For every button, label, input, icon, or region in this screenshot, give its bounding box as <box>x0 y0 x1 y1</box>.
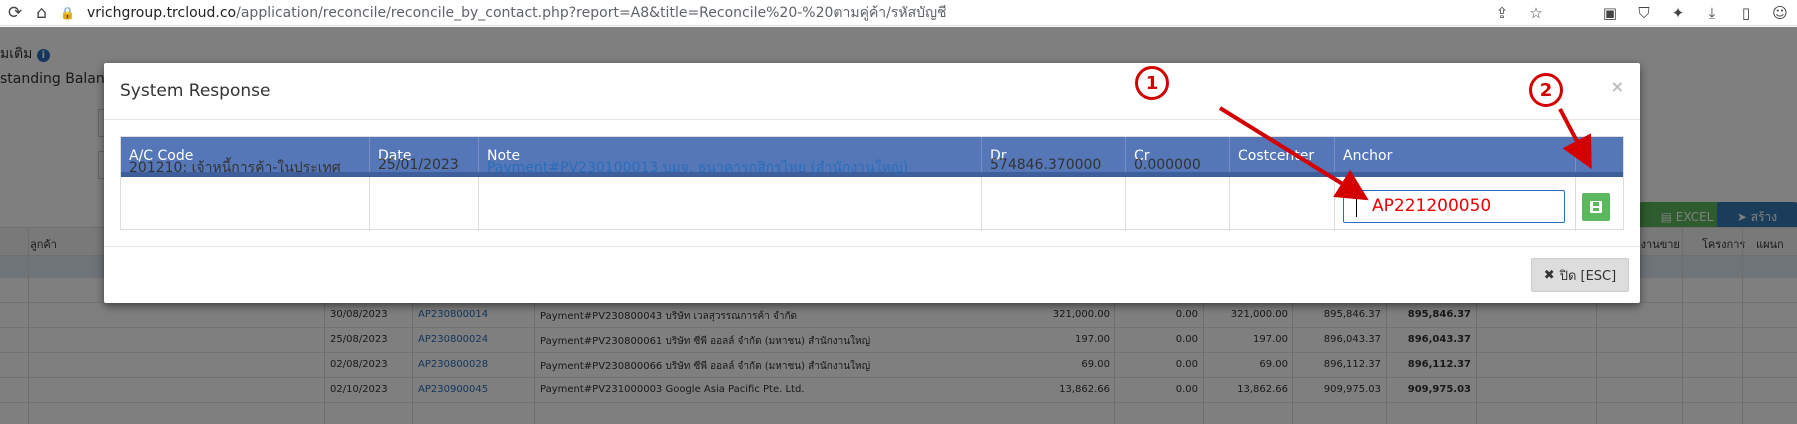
anchor-value: AP221200050 <box>1372 196 1492 216</box>
cell-cr: 0.000000 <box>1134 157 1201 173</box>
close-x-icon: ✖ <box>1543 267 1555 283</box>
cell-divider <box>1229 177 1230 231</box>
reload-icon[interactable]: ⟳ <box>8 3 22 23</box>
cell-divider <box>1125 177 1126 231</box>
header-divider <box>1229 137 1230 172</box>
cell-date: 25/01/2023 <box>378 157 459 173</box>
cell-note[interactable]: Payment#PV230100013 บมจ. ธนาคารกสิกรไทย … <box>487 157 908 179</box>
save-button[interactable] <box>1582 193 1610 221</box>
cell-divider <box>1334 177 1335 231</box>
header-anchor: Anchor <box>1343 148 1393 164</box>
anchor-input[interactable]: AP221200050 <box>1343 190 1565 223</box>
header-divider <box>981 137 982 172</box>
profile-icon[interactable]: ☺ <box>1763 4 1797 22</box>
header-divider <box>478 137 479 172</box>
home-icon[interactable]: ⌂ <box>36 3 47 23</box>
modal-footer: ✖ ปิด [ESC] <box>104 246 1640 303</box>
cell-divider <box>1575 177 1576 231</box>
extension-icon[interactable]: ▣ <box>1593 4 1627 22</box>
share-icon[interactable]: ⇪ <box>1485 4 1519 22</box>
cell-divider <box>981 177 982 231</box>
header-divider <box>1334 137 1335 172</box>
header-costcenter: Costcenter <box>1238 148 1315 164</box>
url-host: vrichgroup.trcloud.co <box>86 5 237 21</box>
floppy-disk-icon <box>1590 201 1602 213</box>
annotation-marker-1: 1 <box>1135 66 1169 100</box>
browser-tools: ⇪ ☆ ▣ ⛉ ✦ ⤓ ▯ ☺ <box>1485 0 1797 26</box>
cell-ac-code: 201210: เจ้าหนี้การค้า-ในประเทศ <box>129 160 341 176</box>
close-esc-button[interactable]: ✖ ปิด [ESC] <box>1531 258 1629 292</box>
header-divider <box>1125 137 1126 172</box>
cell-divider <box>478 177 479 231</box>
url-path: /application/reconcile/reconcile_by_cont… <box>236 5 947 21</box>
close-esc-label: ปิด [ESC] <box>1559 268 1617 284</box>
shield-icon[interactable]: ⛉ <box>1627 4 1661 22</box>
sidebar-icon[interactable]: ▯ <box>1729 4 1763 22</box>
modal-title: System Response <box>120 81 271 101</box>
header-divider <box>1575 137 1576 172</box>
cell-divider <box>369 177 370 231</box>
header-divider <box>369 137 370 172</box>
browser-toolbar: ⟳ ⌂ 🔒 vrichgroup.trcloud.co/application/… <box>0 0 1797 26</box>
lock-icon[interactable]: 🔒 <box>60 6 75 20</box>
address-bar[interactable]: 🔒 vrichgroup.trcloud.co/application/reco… <box>60 1 947 25</box>
cell-dr: 574846.370000 <box>990 157 1102 173</box>
download-icon[interactable]: ⤓ <box>1695 4 1729 22</box>
star-icon[interactable]: ☆ <box>1519 4 1553 22</box>
system-response-modal: System Response × A/C Code Date Note Dr … <box>104 63 1640 303</box>
text-caret <box>1356 197 1357 217</box>
close-icon[interactable]: × <box>1611 77 1624 96</box>
annotation-marker-2: 2 <box>1529 73 1563 107</box>
modal-header: System Response × <box>104 63 1640 120</box>
puzzle-icon[interactable]: ✦ <box>1661 4 1695 22</box>
